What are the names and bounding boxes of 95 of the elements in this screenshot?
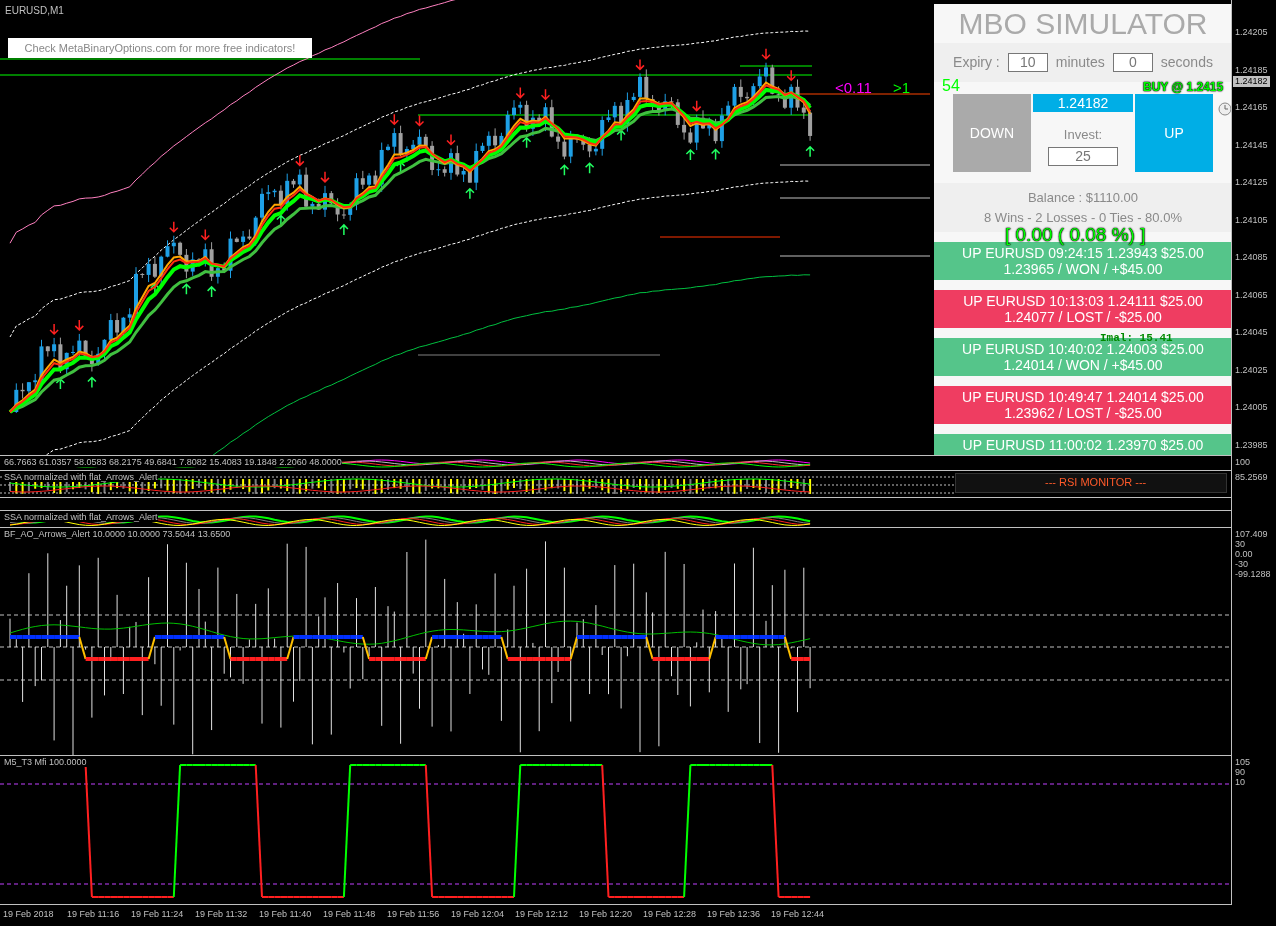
- price-label: 1.24065: [1235, 289, 1268, 301]
- time-label: 19 Feb 11:56: [387, 908, 440, 921]
- time-label: 19 Feb 12:28: [643, 908, 697, 921]
- price-label: 1.24125: [1235, 177, 1268, 188]
- time-label: 19 Feb 11:16: [67, 908, 120, 921]
- up-arrow-icon: [276, 214, 286, 227]
- down-button[interactable]: DOWN: [953, 94, 1031, 172]
- price-label: 1.23985: [1235, 439, 1268, 451]
- price-label: 1.24045: [1235, 327, 1268, 338]
- signal-marker: >1: [893, 78, 911, 98]
- down-arrow-icon: [389, 113, 400, 126]
- down-arrow-icon: [691, 99, 702, 112]
- up-arrow-icon: [805, 145, 815, 158]
- time-label: 19 Feb 12:36: [707, 908, 761, 921]
- up-arrow-icon: [206, 285, 217, 298]
- axis-label: 100: [1235, 457, 1251, 468]
- bar-counter: 54: [942, 76, 960, 96]
- rsi-monitor-title: --- RSI MONITOR ---: [1045, 475, 1147, 490]
- down-arrow-icon: [169, 221, 179, 233]
- price-label: 1.24165: [1235, 102, 1268, 113]
- minutes-field[interactable]: 10: [1007, 53, 1048, 72]
- price-label: 1.24205: [1235, 27, 1268, 38]
- down-arrow-icon: [786, 69, 796, 82]
- stats-text: 8 Wins - 2 Losses - 0 Ties - 80.0%: [983, 209, 1183, 227]
- price-label: 1.24185: [1235, 64, 1268, 76]
- axis-label: 90: [1235, 767, 1245, 778]
- up-arrow-icon: [616, 129, 626, 142]
- down-arrow-icon: [515, 86, 526, 99]
- time-label: 19 Feb 11:32: [195, 908, 248, 921]
- down-arrow-icon: [49, 323, 59, 335]
- axis-label: -99.1288: [1235, 569, 1271, 580]
- time-label: 19 Feb 12:20: [579, 908, 633, 921]
- expiry-label: Expiry :: [953, 53, 1000, 72]
- price-label: 1.24025: [1235, 364, 1268, 376]
- invest-field[interactable]: 25: [1048, 146, 1118, 166]
- time-label: 19 Feb 12:44: [771, 908, 825, 921]
- profit-readout: [ 0.00 ( 0.08 %) ]: [1005, 226, 1146, 244]
- up-arrow-icon: [339, 223, 349, 236]
- trade-entry: UP EURUSD 11:00:02 1.23970 $25.00: [934, 434, 1231, 455]
- simulator-title: MBO SIMULATOR: [957, 6, 1209, 42]
- up-arrow-icon: [55, 378, 66, 390]
- up-arrow-icon: [710, 148, 721, 161]
- indicator-label: BF_AO_Arrows_Alert 10.0000 10.0000 73.5044 13.6500: [4, 529, 231, 539]
- time-label: 19 Feb 11:24: [131, 908, 184, 921]
- seconds-label: seconds: [1160, 53, 1213, 72]
- current-price-tag: 1.24182: [1233, 76, 1270, 87]
- time-label: 19 Feb 12:12: [515, 908, 569, 921]
- axis-label: 85.2569: [1235, 472, 1268, 483]
- axis-label: 10: [1235, 777, 1245, 788]
- chart-symbol: EURUSD,M1: [5, 4, 64, 18]
- up-arrow-icon: [181, 283, 192, 295]
- price-label: 1.24105: [1235, 214, 1268, 226]
- time-label: 19 Feb 11:48: [323, 908, 376, 921]
- down-arrow-icon: [74, 319, 85, 331]
- indicator-label: M5_T3 Mfi 100.0000: [4, 757, 87, 767]
- down-arrow-icon: [200, 228, 211, 241]
- buy-signal: BUY @ 1.2415: [1143, 81, 1224, 93]
- down-arrow-icon: [761, 48, 771, 60]
- price-label: 1.24145: [1235, 139, 1268, 151]
- axis-label: 30: [1235, 539, 1245, 550]
- price-label: 1.24085: [1235, 252, 1268, 263]
- up-arrow-icon: [685, 148, 696, 161]
- up-button[interactable]: UP: [1135, 94, 1213, 172]
- up-arrow-icon: [465, 187, 475, 200]
- indicator-label: SSA normalized with flat_Arrows_Alert: [4, 512, 158, 522]
- up-arrow-icon: [87, 376, 97, 389]
- indicator-label: SSA normalized with flat_Arrows_Alert: [4, 472, 158, 482]
- down-arrow-icon: [295, 154, 305, 167]
- up-arrow-icon: [559, 164, 570, 177]
- down-arrow-icon: [446, 133, 456, 146]
- up-arrow-icon: [521, 136, 532, 149]
- minutes-label: minutes: [1055, 53, 1105, 72]
- down-arrow-icon: [414, 114, 425, 127]
- axis-label: -30: [1235, 559, 1248, 570]
- current-price: 1.24182: [1033, 94, 1133, 112]
- promo-button[interactable]: Check MetaBinaryOptions.com for more free indicators!: [8, 38, 312, 58]
- seconds-field[interactable]: 0: [1112, 53, 1153, 72]
- down-arrow-icon: [320, 171, 330, 183]
- axis-label: 107.409: [1235, 529, 1268, 540]
- indicator-label: 66.7663 61.0357 58.0583 68.2175 49.6841 7.8082 15.4083 19.1848 2.2060 48.0000: [4, 457, 342, 467]
- price-label: 1.24005: [1235, 402, 1268, 413]
- time-label: 19 Feb 11:40: [259, 908, 312, 921]
- trade-entry: UP EURUSD 10:49:47 1.24014 $25.00 1.23962 / LOST / -$25.00: [934, 386, 1231, 424]
- down-arrow-icon: [635, 58, 645, 71]
- signal-marker: <0.11: [835, 78, 872, 98]
- axis-label: 0.00: [1235, 549, 1253, 560]
- invest-label: Invest:: [1063, 126, 1103, 144]
- up-arrow-icon: [150, 282, 160, 295]
- up-arrow-icon: [584, 162, 595, 174]
- axis-label: 105: [1235, 757, 1251, 768]
- time-label: 19 Feb 2018: [3, 908, 54, 921]
- balance-text: Balance : $1110.00: [1026, 189, 1140, 207]
- down-arrow-icon: [540, 88, 551, 101]
- trade-entry: UP EURUSD 10:13:03 1.24111 $25.00 1.24077 / LOST / -$25.00: [934, 290, 1231, 328]
- time-label: 19 Feb 12:04: [451, 908, 505, 921]
